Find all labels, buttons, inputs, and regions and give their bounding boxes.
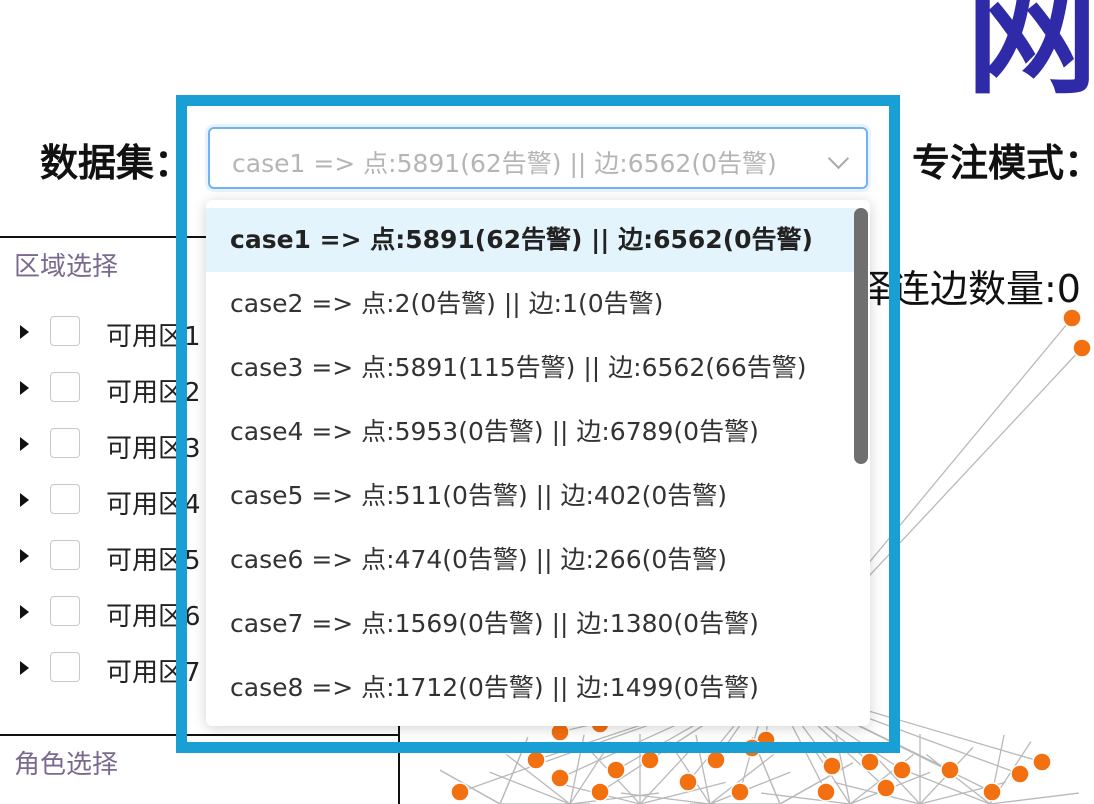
graph-node[interactable] xyxy=(876,778,896,798)
graph-edge xyxy=(989,792,1079,804)
graph-node[interactable] xyxy=(1010,764,1030,784)
chevron-down-icon[interactable] xyxy=(827,147,850,170)
graph-node[interactable] xyxy=(940,760,960,780)
page: 网络 数据集： 专注模式： 择连边数量:0 区域选择 可用区1 可用区2 可用区… xyxy=(0,0,1094,804)
region-item-label: 可用区3 xyxy=(106,434,201,464)
region-checkbox[interactable] xyxy=(50,428,80,458)
selected-edge-count: 择连边数量:0 xyxy=(854,267,1081,311)
graph-edge xyxy=(499,737,529,804)
region-panel-title: 区域选择 xyxy=(14,252,119,282)
caret-right-icon[interactable] xyxy=(20,549,29,563)
role-select-panel: 角色选择 xyxy=(0,734,400,804)
caret-right-icon[interactable] xyxy=(20,325,29,339)
dataset-option[interactable]: case6 => 点:474(0告警) || 边:266(0告警) xyxy=(206,528,860,592)
graph-edge xyxy=(761,792,851,804)
dataset-option[interactable]: case2 => 点:2(0告警) || 边:1(0告警) xyxy=(206,272,860,336)
dataset-option[interactable]: case7 => 点:1569(0告警) || 边:1380(0告警) xyxy=(206,592,860,656)
caret-right-icon[interactable] xyxy=(20,605,29,619)
graph-node[interactable] xyxy=(550,768,570,788)
region-checkbox[interactable] xyxy=(50,316,80,346)
dataset-option[interactable]: case1 => 点:5891(62告警) || 边:6562(0告警) xyxy=(206,208,860,272)
dataset-option[interactable]: case4 => 点:5953(0告警) || 边:6789(0告警) xyxy=(206,400,860,464)
dataset-select[interactable]: case1 => 点:5891(62告警) || 边:6562(0告警) xyxy=(208,127,868,189)
dataset-dropdown: case1 => 点:5891(62告警) || 边:6562(0告警) cas… xyxy=(206,200,870,726)
caret-right-icon[interactable] xyxy=(20,661,29,675)
dataset-select-value: case1 => 点:5891(62告警) || 边:6562(0告警) xyxy=(232,149,777,178)
graph-node[interactable] xyxy=(982,782,1002,802)
graph-node[interactable] xyxy=(730,782,750,802)
graph-node[interactable] xyxy=(706,750,726,770)
dataset-label: 数据集： xyxy=(40,141,193,185)
region-checkbox[interactable] xyxy=(50,596,80,626)
region-checkbox[interactable] xyxy=(50,540,80,570)
region-checkbox[interactable] xyxy=(50,372,80,402)
region-item-label: 可用区4 xyxy=(106,490,201,520)
graph-edge xyxy=(440,769,501,804)
dataset-option[interactable]: case3 => 点:5891(115告警) || 边:6562(66告警) xyxy=(206,336,860,400)
region-item-label: 可用区1 xyxy=(106,322,201,352)
graph-node[interactable] xyxy=(450,782,470,802)
graph-edge xyxy=(779,762,854,804)
dataset-option[interactable]: case5 => 点:511(0告警) || 边:402(0告警) xyxy=(206,464,860,528)
caret-right-icon[interactable] xyxy=(20,437,29,451)
focus-mode-label: 专注模式： xyxy=(912,141,1094,185)
region-item-label: 可用区7 xyxy=(106,658,201,688)
region-checkbox[interactable] xyxy=(50,652,80,682)
caret-right-icon[interactable] xyxy=(20,381,29,395)
role-panel-title: 角色选择 xyxy=(14,750,119,780)
graph-node[interactable] xyxy=(860,752,880,772)
page-title: 网络 xyxy=(966,0,1094,113)
graph-node[interactable] xyxy=(742,738,762,758)
caret-right-icon[interactable] xyxy=(20,493,29,507)
graph-node[interactable] xyxy=(822,756,842,776)
graph-node[interactable] xyxy=(606,760,626,780)
region-item-label: 可用区5 xyxy=(106,546,201,576)
region-item-label: 可用区6 xyxy=(106,602,201,632)
graph-node[interactable] xyxy=(1072,338,1092,358)
graph-node[interactable] xyxy=(816,782,836,802)
region-item-label: 可用区2 xyxy=(106,378,201,408)
graph-node[interactable] xyxy=(590,782,610,802)
graph-edge xyxy=(925,753,991,804)
graph-node[interactable] xyxy=(678,772,698,792)
graph-node[interactable] xyxy=(640,750,660,770)
graph-node[interactable] xyxy=(892,760,912,780)
region-checkbox[interactable] xyxy=(50,484,80,514)
graph-node[interactable] xyxy=(526,750,546,770)
dropdown-scrollbar[interactable] xyxy=(854,208,868,464)
graph-edge xyxy=(440,769,501,804)
graph-node[interactable] xyxy=(1032,752,1052,772)
dataset-option[interactable]: case8 => 点:1712(0告警) || 边:1499(0告警) xyxy=(206,656,860,720)
